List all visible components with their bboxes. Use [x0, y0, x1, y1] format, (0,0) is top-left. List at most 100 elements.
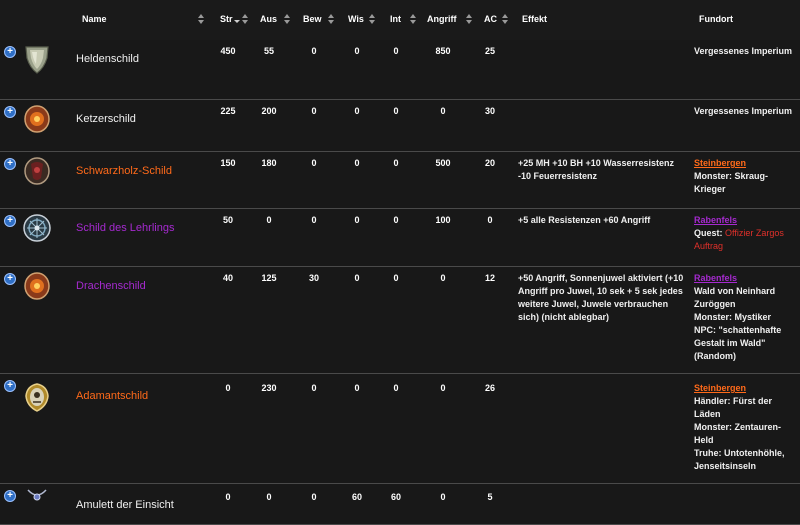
col-header-fundort: Fundort: [699, 14, 733, 24]
stat-int: 0: [393, 106, 399, 116]
stat-bew: 0: [311, 158, 317, 168]
sort-name-icon[interactable]: [198, 13, 204, 25]
stat-ac: 0: [487, 215, 493, 225]
table-row: + Heldenschild 450 55 0 0 0 850 25 Verge…: [0, 40, 800, 100]
fundort-label: Quest:: [694, 228, 723, 238]
stat-aus: 125: [261, 273, 277, 283]
sort-str-icon[interactable]: [242, 13, 248, 25]
stat-int: 60: [390, 492, 401, 502]
sort-angriff-icon[interactable]: [466, 13, 472, 25]
stat-str: 150: [220, 158, 236, 168]
table-row: + Amulett der Einsicht 0 0 0 60 60 0 5: [0, 484, 800, 525]
item-name[interactable]: Heldenschild: [76, 53, 139, 65]
stat-wis: 0: [354, 273, 360, 283]
expand-row-button[interactable]: +: [4, 490, 16, 502]
col-header-effekt: Effekt: [522, 14, 548, 24]
item-name[interactable]: Schwarzholz-Schild: [76, 165, 172, 177]
stat-str: 0: [225, 492, 231, 502]
stat-wis: 0: [354, 46, 360, 56]
expand-row-button[interactable]: +: [4, 380, 16, 392]
fundort-label: Monster:: [694, 312, 732, 322]
item-name[interactable]: Ketzerschild: [76, 113, 136, 125]
fundort-location-link[interactable]: Rabenfels: [694, 214, 796, 227]
stat-aus: 0: [266, 492, 272, 502]
col-header-str[interactable]: Str: [220, 14, 233, 24]
stat-ac: 20: [484, 158, 495, 168]
stat-str: 50: [222, 215, 233, 225]
stat-bew: 0: [311, 383, 317, 393]
effect-text: +25 MH +10 BH +10 Wasserresistenz -10 Fe…: [518, 158, 675, 181]
expand-row-button[interactable]: +: [4, 158, 16, 170]
stat-wis: 0: [354, 158, 360, 168]
stat-int: 0: [393, 273, 399, 283]
sort-aus-icon[interactable]: [284, 13, 290, 25]
expand-row-button[interactable]: +: [4, 215, 16, 227]
fundort-label: Händler:: [694, 396, 731, 406]
stat-int: 0: [393, 383, 399, 393]
stat-str: 0: [225, 383, 231, 393]
expand-row-button[interactable]: +: [4, 46, 16, 58]
fundort-label: Monster:: [694, 422, 732, 432]
table-header: Name Str Aus Bew Wis Int Angriff AC Effe…: [0, 0, 800, 40]
fundort-location-link[interactable]: Rabenfels: [694, 272, 796, 285]
fundort-cell: Vergessenes Imperium: [694, 45, 796, 58]
sort-active-caret-icon: [234, 20, 240, 23]
fundort-sublocation: Wald von Neinhard Zuröggen: [694, 286, 776, 309]
fundort-label: NPC:: [694, 325, 716, 335]
stat-angriff: 0: [440, 492, 446, 502]
col-header-ac[interactable]: AC: [484, 14, 497, 24]
stat-str: 40: [222, 273, 233, 283]
item-name[interactable]: Drachenschild: [76, 280, 146, 292]
stat-bew: 30: [308, 273, 319, 283]
stat-aus: 55: [263, 46, 274, 56]
stat-aus: 0: [266, 215, 272, 225]
table-row: + Ketzerschild 225 200 0 0 0 0 30 Verges…: [0, 100, 800, 152]
sort-ac-icon[interactable]: [502, 13, 508, 25]
fundort-cell: Rabenfels Quest: Offizier Zargos Auftrag: [694, 214, 796, 253]
col-header-wis[interactable]: Wis: [348, 14, 364, 24]
expand-row-button[interactable]: +: [4, 273, 16, 285]
fundort-location-link[interactable]: Steinbergen: [694, 382, 796, 395]
stat-angriff: 0: [440, 383, 446, 393]
stat-angriff: 850: [435, 46, 451, 56]
fundort-value: Mystiker: [734, 312, 772, 322]
col-header-name[interactable]: Name: [82, 14, 107, 24]
item-name[interactable]: Schild des Lehrlings: [76, 222, 174, 234]
effect-text: +50 Angriff, Sonnenjuwel aktiviert (+10 …: [518, 273, 684, 322]
col-header-aus[interactable]: Aus: [260, 14, 277, 24]
dragon-shield-icon: [22, 271, 52, 301]
stat-wis: 0: [354, 383, 360, 393]
col-header-int[interactable]: Int: [390, 14, 401, 24]
stat-aus: 230: [261, 383, 277, 393]
expand-row-button[interactable]: +: [4, 106, 16, 118]
sort-wis-icon[interactable]: [369, 13, 375, 25]
stat-aus: 200: [261, 106, 277, 116]
col-header-bew[interactable]: Bew: [303, 14, 322, 24]
stat-int: 0: [393, 46, 399, 56]
hero-shield-icon: [22, 44, 52, 74]
fundort-cell: Vergessenes Imperium: [694, 105, 796, 118]
stat-int: 0: [393, 215, 399, 225]
stat-bew: 0: [311, 492, 317, 502]
item-name[interactable]: Adamantschild: [76, 390, 148, 402]
col-header-angriff[interactable]: Angriff: [427, 14, 457, 24]
table-row: + Schild des Lehrlings 50 0 0 0 0 100 0 …: [0, 209, 800, 267]
sort-bew-icon[interactable]: [328, 13, 334, 25]
stat-bew: 0: [311, 215, 317, 225]
fundort-label: Monster:: [694, 171, 732, 181]
heretic-shield-icon: [22, 104, 52, 134]
stat-angriff: 0: [440, 106, 446, 116]
stat-ac: 12: [484, 273, 495, 283]
fundort-location-link[interactable]: Steinbergen: [694, 157, 796, 170]
item-name[interactable]: Amulett der Einsicht: [76, 499, 174, 511]
stat-bew: 0: [311, 46, 317, 56]
table-row: + Drachenschild 40 125 30 0 0 0 12 +50 A…: [0, 267, 800, 374]
apprentice-shield-icon: [22, 213, 52, 243]
sort-int-icon[interactable]: [410, 13, 416, 25]
fundort-cell: Steinbergen Händler: Fürst der Läden Mon…: [694, 382, 796, 473]
fundort-cell: Steinbergen Monster: Skraug-Krieger: [694, 157, 796, 196]
table-row: + Adamantschild 0 230 0 0 0 0 26 Steinbe…: [0, 374, 800, 484]
stat-angriff: 0: [440, 273, 446, 283]
effect-text: +5 alle Resistenzen +60 Angriff: [518, 215, 651, 225]
stat-wis: 0: [354, 215, 360, 225]
